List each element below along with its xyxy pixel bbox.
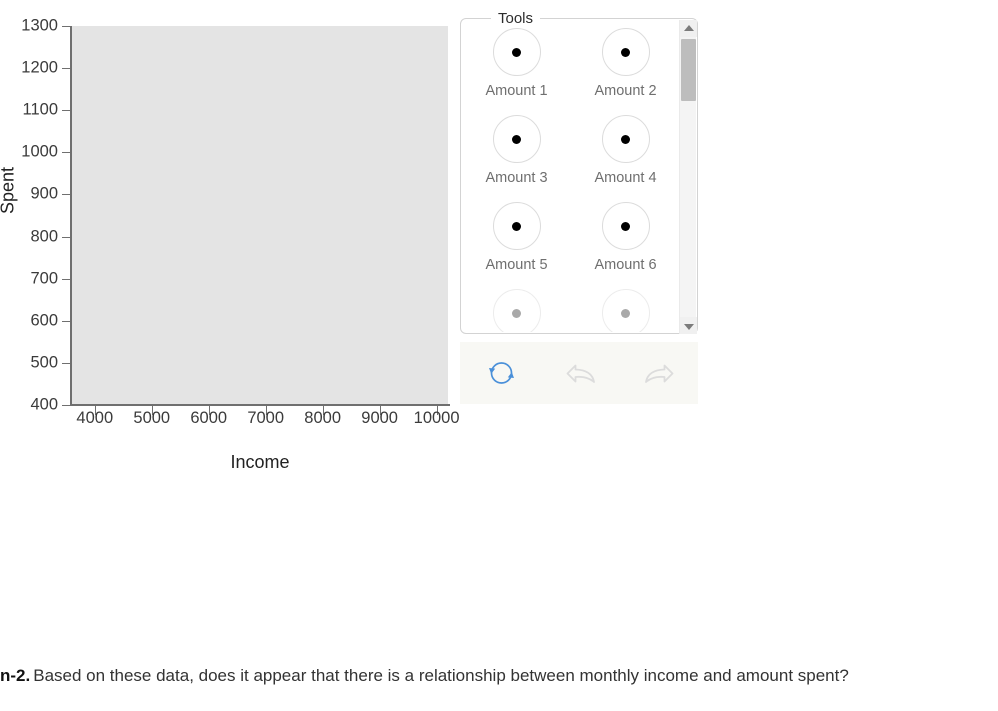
draggable-point-icon[interactable]: [492, 115, 541, 163]
point-dot: [621, 47, 630, 57]
tool-item-label: Amount 3: [485, 170, 548, 186]
caret-up-icon[interactable]: [680, 20, 697, 37]
x-axis-tick-label: 10000: [413, 409, 460, 427]
tools-fieldset: Tools Amount 1 Amount 2 Amount 3 Amount 4 Am…: [460, 9, 698, 334]
tools-panel[interactable]: Tools Amount 1 Amount 2 Amount 3 Amount 4 Am…: [460, 9, 700, 404]
y-axis-tick: [62, 26, 71, 27]
tool-item-label: Amount 1: [485, 83, 548, 99]
tool-item[interactable]: Amount 5: [462, 202, 571, 273]
tool-item[interactable]: Amount 7: [462, 289, 571, 332]
x-axis-tick-label: 9000: [361, 409, 398, 427]
draggable-point-icon[interactable]: [601, 202, 650, 250]
question-row: n-2. Based on these data, does it appear …: [0, 663, 998, 689]
point-dot: [512, 134, 521, 144]
y-axis-tick: [62, 152, 71, 154]
point-dot: [621, 221, 630, 231]
reset-button[interactable]: [483, 355, 521, 391]
tool-item[interactable]: Amount 6: [571, 202, 680, 273]
tool-item-label: Amount 5: [485, 257, 548, 273]
x-axis-title: Income: [230, 452, 290, 472]
draggable-point-icon[interactable]: [492, 28, 541, 76]
y-axis-tick: [62, 362, 71, 364]
point-dot: [621, 308, 630, 318]
point-dot: [512, 221, 521, 231]
x-axis-tick-label: 8000: [304, 409, 342, 427]
x-axis-tick-label: 4000: [76, 409, 114, 427]
undo-button[interactable]: [562, 355, 600, 391]
y-axis-tick: [62, 236, 71, 238]
y-axis-tick-label: 1300: [21, 16, 58, 35]
y-axis-title: Spent: [0, 166, 18, 215]
x-axis-line: [70, 404, 450, 406]
draggable-point-icon[interactable]: [492, 289, 541, 332]
tool-item[interactable]: Amount 1: [462, 28, 571, 99]
reset-icon: [489, 362, 514, 384]
y-axis-tick-label: 1100: [22, 100, 58, 119]
tools-panel-title: Tools: [491, 9, 541, 29]
tool-item[interactable]: Amount 8: [571, 289, 680, 332]
y-axis-tick-label: 700: [30, 269, 58, 288]
y-axis-tick: [62, 405, 71, 406]
y-axis-tick: [62, 278, 71, 280]
question-text: Based on these data, does it appear that…: [33, 666, 849, 685]
y-axis-tick: [62, 194, 71, 196]
tools-toolbar: [460, 342, 698, 404]
draggable-point-icon[interactable]: [492, 202, 541, 250]
tool-item[interactable]: Amount 3: [462, 115, 571, 186]
caret-down-icon[interactable]: [680, 317, 697, 334]
draggable-point-icon[interactable]: [601, 28, 650, 76]
point-dot: [512, 47, 521, 57]
y-axis-tick-label: 500: [30, 353, 58, 372]
y-axis-tick: [62, 68, 71, 70]
tools-scroll-viewport[interactable]: Amount 1 Amount 2 Amount 3 Amount 4 Amount 5…: [462, 28, 680, 332]
scrollbar-thumb[interactable]: [681, 39, 696, 101]
x-axis-tick-label: 5000: [133, 409, 171, 427]
redo-icon: [645, 364, 674, 383]
draggable-point-icon[interactable]: [601, 289, 650, 332]
tool-item[interactable]: Amount 2: [571, 28, 680, 99]
x-axis-tick-label: 6000: [190, 409, 228, 427]
point-dot: [512, 308, 521, 318]
tools-scrollbar[interactable]: [679, 20, 697, 334]
point-dot: [621, 134, 630, 144]
y-axis-tick-label: 800: [30, 227, 58, 246]
x-axis-tick-label: 7000: [247, 409, 285, 427]
tool-item[interactable]: Amount 4: [571, 115, 680, 186]
y-axis-tick-label: 600: [30, 311, 58, 330]
tool-item-label: Amount 2: [594, 83, 657, 99]
y-axis-tick-label: 400: [30, 395, 58, 414]
plot-canvas[interactable]: [72, 26, 448, 405]
y-axis-tick: [62, 320, 71, 322]
redo-button[interactable]: [640, 355, 678, 391]
tool-item-label: Amount 4: [594, 170, 657, 186]
scatter-plot-widget[interactable]: 1300 1200 1100 1000 900 800 700 600 500 400 4000 5…: [0, 0, 500, 490]
question-number: n-2.: [0, 666, 31, 685]
y-axis-tick-label: 1200: [21, 58, 58, 77]
y-axis-tick: [62, 110, 71, 112]
page-root: 1300 1200 1100 1000 900 800 700 600 500 400 4000 5…: [0, 0, 998, 711]
tool-item-label: Amount 6: [594, 257, 657, 273]
undo-icon: [566, 364, 595, 383]
y-axis-line: [70, 26, 72, 406]
draggable-point-icon[interactable]: [601, 115, 650, 163]
